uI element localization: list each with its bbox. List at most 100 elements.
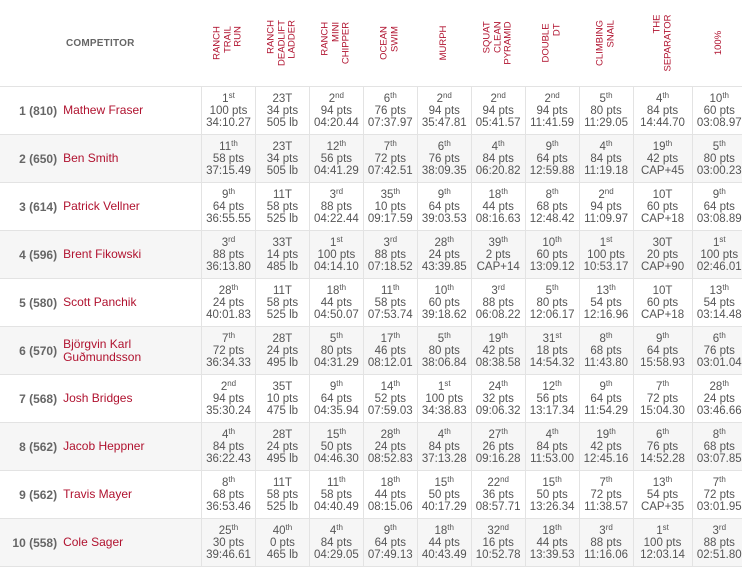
event-points: 80 pts [320, 344, 353, 357]
event-score: 11:54.29 [584, 404, 628, 417]
competitor-name-link[interactable]: Cole Sager [63, 518, 202, 567]
competitor-name-link[interactable]: Patrick Vellner [63, 182, 202, 231]
event-place: 12th [526, 379, 579, 393]
place-suffix: th [228, 330, 236, 340]
place-suffix: th [555, 522, 562, 532]
event-column-header[interactable]: MURPH [417, 0, 472, 87]
event-score: CAP+14 [476, 260, 520, 273]
competitor-name-link[interactable]: Mathew Fraser [63, 86, 202, 135]
event-score: 37:15.49 [206, 164, 251, 177]
table-row: 1 (810) Mathew Fraser 1st 100 pts 34:10.27 23… [0, 86, 742, 135]
event-result-cell: 18th 44 pts 08:15.06 [362, 470, 418, 519]
event-points: 84 pts [482, 152, 514, 165]
event-points: 80 pts [703, 152, 735, 165]
event-points: 76 pts [703, 344, 735, 357]
event-column-header[interactable]: DOUBLE DT [525, 0, 580, 87]
competitor-name-link[interactable]: Ben Smith [63, 134, 202, 183]
event-score: 14:52.28 [640, 452, 685, 465]
competitor-name-link[interactable]: Brent Fikowski [63, 230, 202, 279]
place-number: 35T [272, 380, 293, 393]
event-place: 28th [418, 235, 471, 249]
event-score: 07:59.03 [367, 404, 413, 417]
event-result-cell: 2nd 94 pts 35:47.81 [416, 86, 472, 135]
event-place: 15th [310, 427, 363, 441]
place-number: 17 [380, 332, 394, 345]
event-place: 13th [693, 283, 742, 297]
place-number: 30T [652, 236, 673, 249]
event-place: 11th [364, 282, 417, 297]
event-score: 04:50.07 [313, 308, 359, 321]
event-place: 18th [526, 522, 579, 537]
event-column-header[interactable]: 100% [692, 0, 742, 87]
event-column-header[interactable]: THE SEPARATOR [633, 0, 693, 87]
event-score: 09:17.59 [367, 212, 413, 225]
event-points: 24 pts [266, 440, 299, 453]
event-header-label: MURPH [437, 25, 449, 61]
event-place: 10th [418, 283, 471, 297]
place-number: 13 [652, 476, 666, 489]
event-score: 08:57.71 [475, 500, 521, 513]
event-result-cell: 18th 44 pts 08:16.63 [470, 182, 526, 231]
place-number: 15 [542, 476, 556, 489]
event-place: 9th [418, 187, 471, 201]
event-column-header[interactable]: OCEAN SWIM [363, 0, 418, 87]
place-suffix: th [665, 138, 673, 148]
place-suffix: th [662, 426, 670, 436]
event-score: CAP+18 [640, 212, 685, 225]
event-header-label: SQUAT CLEAN PYRAMID [481, 21, 514, 65]
place-suffix: rd [497, 282, 505, 292]
event-points: 44 pts [320, 296, 353, 309]
event-points: 94 pts [320, 104, 353, 117]
event-column-header[interactable]: RANCH DEADLIFT LADDER [255, 0, 310, 87]
event-points: 84 pts [536, 440, 568, 453]
event-result-cell: 18th 44 pts 40:43.49 [416, 518, 472, 567]
event-place: 9th [693, 187, 742, 201]
event-score: 13:39.53 [529, 548, 575, 561]
event-points: 64 pts [590, 392, 622, 405]
place-number: 10T [652, 284, 673, 297]
event-score: 09:06.32 [475, 404, 521, 417]
event-points: 58 pts [212, 152, 245, 165]
overall-rank: 5 (580) [0, 278, 64, 327]
place-suffix: nd [442, 90, 452, 100]
overall-rank: 2 (650) [0, 134, 64, 183]
place-number: 10T [652, 188, 673, 201]
place-number: 28 [218, 284, 232, 297]
event-score: 02:46.01 [696, 260, 742, 273]
competitor-name-link[interactable]: Jacob Heppner [63, 422, 202, 471]
event-column-header[interactable]: RANCH TRAIL RUN [201, 0, 256, 87]
competitor-name-link[interactable]: Björgvin Karl Guðmundsson [63, 326, 202, 375]
competitor-name-link[interactable]: Josh Bridges [63, 374, 202, 423]
event-points: 26 pts [482, 440, 514, 453]
place-suffix: th [392, 282, 400, 292]
event-points: 84 pts [320, 536, 353, 549]
event-column-header[interactable]: CLIMBING SNAIL [579, 0, 634, 87]
event-score: 12:48.42 [529, 212, 575, 225]
event-column-header[interactable]: SQUAT CLEAN PYRAMID [471, 0, 526, 87]
event-result-cell: 8th 68 pts 12:48.42 [524, 182, 580, 231]
event-place: 19th [634, 138, 692, 153]
place-suffix: th [447, 474, 454, 484]
event-place: 28T [256, 333, 309, 345]
event-place: 15th [418, 474, 471, 489]
event-points: 80 pts [428, 344, 460, 357]
place-suffix: th [551, 282, 559, 292]
place-number: 25 [218, 524, 232, 537]
event-place: 2nd [472, 91, 525, 105]
event-points: 44 pts [482, 200, 514, 213]
event-score: 35:30.24 [206, 404, 251, 417]
event-score: 08:38.58 [475, 356, 521, 369]
event-score: 525 lb [266, 212, 299, 225]
competitor-name-link[interactable]: Scott Panchik [63, 278, 202, 327]
place-number: 39 [488, 236, 502, 249]
place-number: 12 [326, 140, 340, 153]
event-place: 15th [526, 475, 579, 489]
event-result-cell: 1st 100 pts 04:14.10 [308, 230, 364, 279]
event-result-cell: 7th 72 pts 36:34.33 [201, 326, 256, 375]
competitor-column-header[interactable]: COMPETITOR [0, 0, 202, 87]
event-score: 37:13.28 [421, 452, 467, 465]
event-column-header[interactable]: RANCH MINI CHIPPER [309, 0, 364, 87]
event-result-cell: 4th 84 pts 11:19.18 [578, 134, 634, 183]
event-result-cell: 1st 100 pts 12:03.14 [632, 518, 693, 567]
competitor-name-link[interactable]: Travis Mayer [63, 470, 202, 519]
